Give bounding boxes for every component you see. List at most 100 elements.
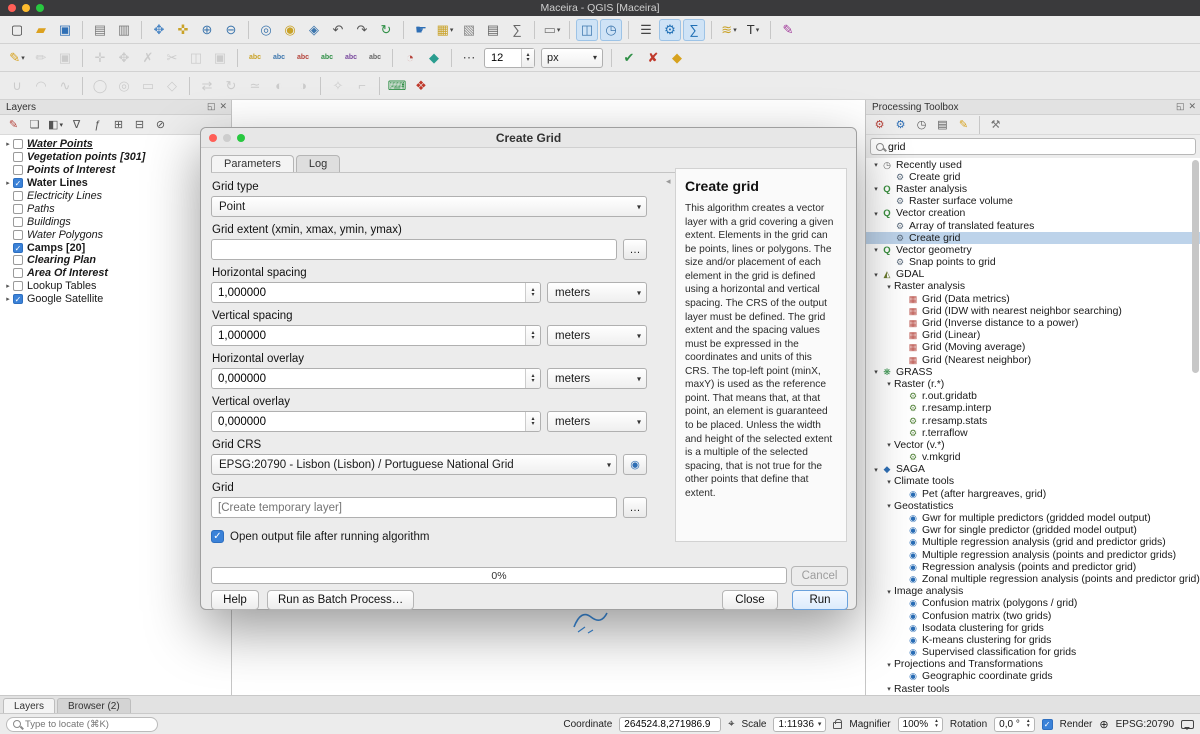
layer-checkbox[interactable]	[13, 281, 23, 291]
scrollbar-thumb[interactable]	[1192, 160, 1199, 373]
layer-item[interactable]: Points of Interest	[0, 164, 231, 177]
expander-icon[interactable]: ▾	[871, 368, 881, 376]
stepper-icon[interactable]: ▴▾	[525, 412, 540, 431]
cancel-label-change-icon[interactable]: ✘	[642, 47, 664, 69]
toolbox-item[interactable]: ▦Grid (Data metrics)	[866, 293, 1200, 305]
layer-checkbox[interactable]: ✓	[13, 178, 23, 188]
render-checkbox[interactable]: ✓	[1042, 719, 1053, 730]
layer-item[interactable]: Water Polygons	[0, 228, 231, 241]
vertical-overlay-units-select[interactable]: meters ▾	[547, 411, 647, 432]
toolbox-group[interactable]: ▾❋GRASS	[866, 366, 1200, 378]
toolbox-group[interactable]: ▾QVector geometry	[866, 244, 1200, 256]
toolbox-group[interactable]: ▾Raster (r.*)	[866, 378, 1200, 390]
toolbox-item[interactable]: ⚙Create grid	[866, 171, 1200, 183]
stepper-icon[interactable]: ▴▾	[525, 283, 540, 302]
toolbox-item[interactable]: ◉Geographic coordinate grids	[866, 671, 1200, 683]
close-button[interactable]: Close	[722, 590, 778, 610]
layer-checkbox[interactable]	[13, 152, 23, 162]
layer-checkbox[interactable]	[13, 230, 23, 240]
tab-log[interactable]: Log	[296, 155, 340, 172]
expand-all-icon[interactable]: ⊞	[109, 116, 128, 134]
expander-icon[interactable]: ▾	[871, 185, 881, 193]
edit-features-icon[interactable]: ✎	[954, 116, 973, 134]
toolbox-item[interactable]: ◉Pet (after hargreaves, grid)	[866, 488, 1200, 500]
close-panel-icon[interactable]: ✕	[219, 101, 227, 112]
stepper-icon[interactable]: ▴▾	[525, 326, 540, 345]
close-panel-icon[interactable]: ✕	[1188, 101, 1196, 112]
locator-input[interactable]	[25, 719, 157, 730]
layer-checkbox[interactable]	[13, 204, 23, 214]
maximize-dialog-icon[interactable]	[237, 134, 245, 142]
layer-item[interactable]: ▸✓Water Lines	[0, 177, 231, 190]
toolbox-item[interactable]: ◉Gwr for multiple predictors (gridded mo…	[866, 512, 1200, 524]
toolbox-group[interactable]: ▾Vector (v.*)	[866, 439, 1200, 451]
layer-checkbox[interactable]	[13, 268, 23, 278]
toolbox-item[interactable]: ◉Supervised classification for grids	[866, 647, 1200, 659]
new-print-layout-icon[interactable]: ▤	[89, 19, 111, 41]
layer-item[interactable]: Clearing Plan	[0, 254, 231, 267]
toolbox-group[interactable]: ▾QRaster analysis	[866, 183, 1200, 195]
vertical-spacing-input[interactable]	[211, 325, 541, 346]
layer-item[interactable]: Buildings	[0, 215, 231, 228]
select-features-icon[interactable]: ▦▾	[434, 19, 456, 41]
processing-toolbox-icon[interactable]: ⚙	[659, 19, 681, 41]
layer-item[interactable]: ▸Lookup Tables	[0, 280, 231, 293]
toolbox-item[interactable]: ▦Grid (Inverse distance to a power)	[866, 317, 1200, 329]
expander-icon[interactable]: ▾	[884, 685, 894, 693]
layer-checkbox[interactable]	[13, 139, 23, 149]
layer-item[interactable]: Electricity Lines	[0, 190, 231, 203]
close-window-icon[interactable]	[8, 4, 16, 12]
toolbox-item[interactable]: ⚙r.terraflow	[866, 427, 1200, 439]
move-label-icon[interactable]: abc	[340, 47, 362, 69]
open-project-icon[interactable]: ▰	[30, 19, 52, 41]
toolbox-item[interactable]: ◉Gwr for single predictor (gridded model…	[866, 525, 1200, 537]
pan-to-selection-icon[interactable]: ✜	[172, 19, 194, 41]
layout-manager-icon[interactable]: ▥	[113, 19, 135, 41]
zoom-in-icon[interactable]: ⊕	[196, 19, 218, 41]
toolbox-group[interactable]: ▾Projections and Transformations	[866, 659, 1200, 671]
open-output-checkbox[interactable]: ✓	[211, 530, 224, 543]
pin-labels-icon[interactable]: abc	[292, 47, 314, 69]
font-size-spinner-input[interactable]	[491, 52, 521, 64]
stepper-icon[interactable]: ▴▾	[935, 719, 938, 729]
metasearch-plugin-icon[interactable]: ❖	[410, 75, 432, 97]
layer-checkbox[interactable]: ✓	[13, 243, 23, 253]
zoom-full-icon[interactable]: ◎	[255, 19, 277, 41]
grid-crs-select[interactable]: EPSG:20790 - Lisbon (Lisbon) / Portugues…	[211, 454, 617, 475]
expander-icon[interactable]: ▾	[884, 441, 894, 449]
layer-checkbox[interactable]	[13, 191, 23, 201]
toolbox-item[interactable]: ⚙r.resamp.interp	[866, 403, 1200, 415]
vertical-overlay-input[interactable]	[211, 411, 541, 432]
zoom-last-icon[interactable]: ↶	[327, 19, 349, 41]
horizontal-spacing-units-select[interactable]: meters ▾	[547, 282, 647, 303]
collapse-help-icon[interactable]: ◂	[666, 176, 671, 187]
options-icon[interactable]: ⚒	[986, 116, 1005, 134]
grid-output-input[interactable]	[211, 497, 617, 518]
results-viewer-icon[interactable]: ▤	[933, 116, 952, 134]
toolbox-item[interactable]: ◉Confusion matrix (polygons / grid)	[866, 598, 1200, 610]
layer-item[interactable]: ▸✓Google Satellite	[0, 293, 231, 306]
tab-layers[interactable]: Layers	[3, 698, 55, 713]
start-model-icon[interactable]: ⚙	[870, 116, 889, 134]
minimize-window-icon[interactable]	[22, 4, 30, 12]
zoom-out-icon[interactable]: ⊖	[220, 19, 242, 41]
edit-in-place-icon[interactable]: ⚙	[891, 116, 910, 134]
maximize-window-icon[interactable]	[36, 4, 44, 12]
toolbox-item[interactable]: ▦Grid (Nearest neighbor)	[866, 354, 1200, 366]
open-layer-styling-icon[interactable]: ✎	[4, 116, 23, 134]
statistics-panel-icon[interactable]: ∑	[683, 19, 705, 41]
toolbox-item[interactable]: ⚙Raster surface volume	[866, 196, 1200, 208]
toolbox-scrollbar[interactable]	[1192, 160, 1199, 693]
add-group-icon[interactable]: ❏	[25, 116, 44, 134]
expander-icon[interactable]: ▸	[3, 179, 13, 187]
layer-checkbox[interactable]	[13, 165, 23, 175]
horizontal-overlay-input[interactable]	[211, 368, 541, 389]
toggle-extents-icon[interactable]: ⌖	[728, 718, 734, 731]
grid-extent-input[interactable]	[211, 239, 617, 260]
horizontal-spacing-spinner[interactable]: ▴▾	[211, 282, 541, 303]
tab-parameters[interactable]: Parameters	[211, 155, 294, 172]
toolbox-search-input[interactable]	[888, 141, 1190, 153]
current-edits-icon[interactable]: ✎▾	[6, 47, 28, 69]
data-source-manager-icon[interactable]: ☰	[635, 19, 657, 41]
filter-expression-icon[interactable]: ƒ	[88, 116, 107, 134]
